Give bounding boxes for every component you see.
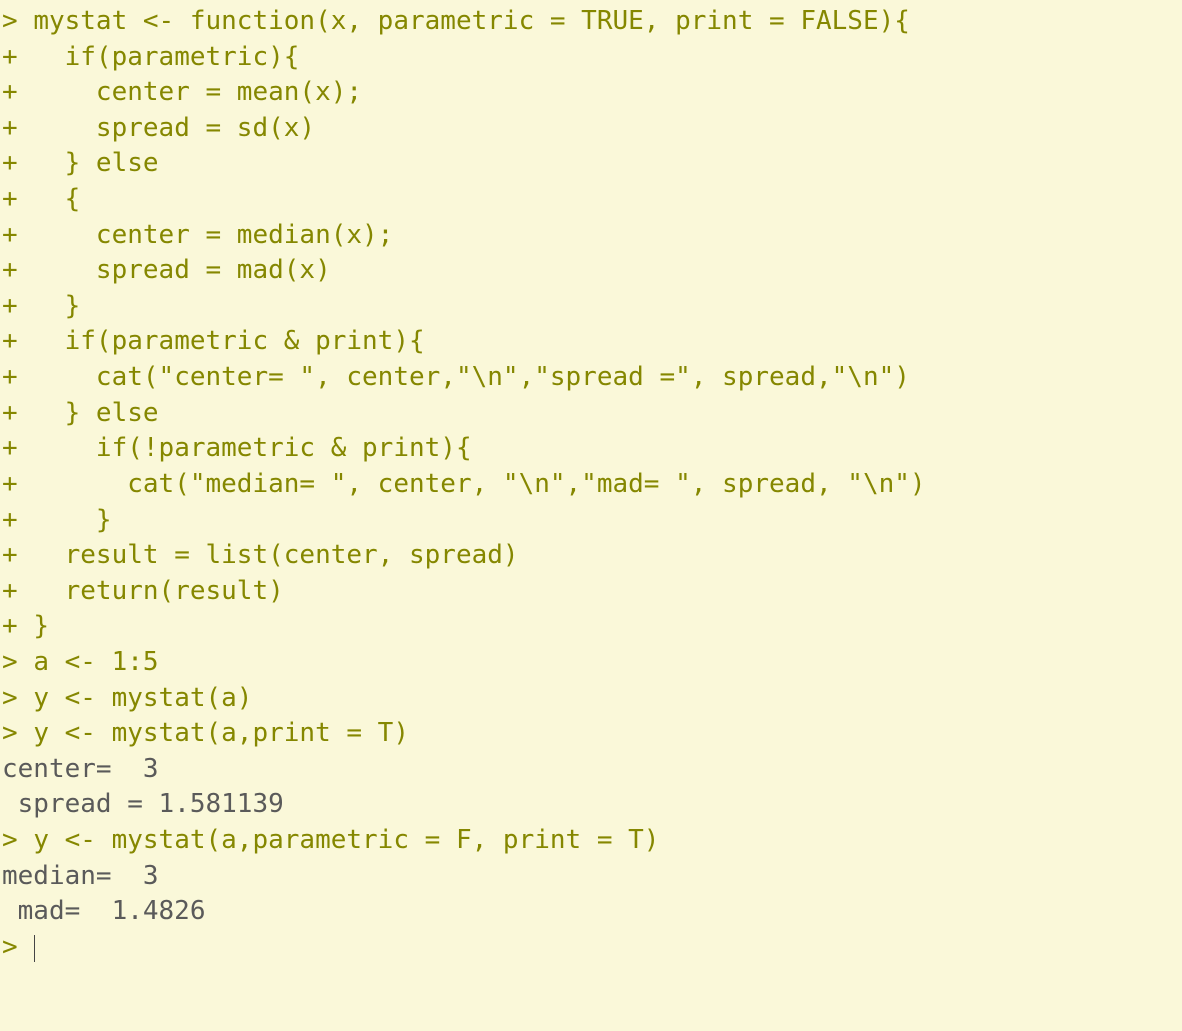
prompt: + — [2, 433, 33, 463]
input-text: y <- mystat(a,print = T) — [33, 718, 409, 748]
input-text: cat("center= ", center,"\n","spread =", … — [33, 362, 910, 392]
console-input-line: > — [2, 930, 1180, 966]
input-text: center = mean(x); — [33, 77, 362, 107]
output-text: median= 3 — [2, 861, 174, 891]
input-text: } — [33, 291, 80, 321]
prompt: + — [2, 576, 33, 606]
console-output-line: median= 3 — [2, 859, 1180, 895]
console-input-line: + if(parametric & print){ — [2, 324, 1180, 360]
console-output-line: mad= 1.4826 — [2, 894, 1180, 930]
console-input-line: > a <- 1:5 — [2, 645, 1180, 681]
console-input-line: > y <- mystat(a,print = T) — [2, 716, 1180, 752]
prompt: + — [2, 77, 33, 107]
console-input-line: + cat("center= ", center,"\n","spread ="… — [2, 360, 1180, 396]
input-text: a <- 1:5 — [33, 647, 158, 677]
console-input-line: + center = mean(x); — [2, 75, 1180, 111]
input-text: cat("median= ", center, "\n","mad= ", sp… — [33, 469, 925, 499]
input-text: spread = mad(x) — [33, 255, 330, 285]
console-input-line: + spread = mad(x) — [2, 253, 1180, 289]
input-text: center = median(x); — [33, 220, 393, 250]
prompt: + — [2, 255, 33, 285]
input-text: if(parametric){ — [33, 42, 299, 72]
console-input-line: + return(result) — [2, 574, 1180, 610]
prompt: + — [2, 184, 33, 214]
prompt: + — [2, 42, 33, 72]
output-text: spread = 1.581139 — [2, 789, 299, 819]
console-output-line: center= 3 — [2, 752, 1180, 788]
input-text: } else — [33, 398, 158, 428]
prompt: > — [2, 932, 33, 962]
input-text: } — [33, 505, 111, 535]
input-text: { — [33, 184, 80, 214]
console-input-line: + result = list(center, spread) — [2, 538, 1180, 574]
input-text: result = list(center, spread) — [33, 540, 518, 570]
input-text: } — [33, 611, 49, 641]
output-text: center= 3 — [2, 754, 174, 784]
console-input-line: + } else — [2, 146, 1180, 182]
prompt: > — [2, 718, 33, 748]
prompt: + — [2, 326, 33, 356]
console-input-line: + } — [2, 503, 1180, 539]
console-input-line: + if(!parametric & print){ — [2, 431, 1180, 467]
console-input-line: + } else — [2, 396, 1180, 432]
console-input-line: + { — [2, 182, 1180, 218]
input-text: spread = sd(x) — [33, 113, 315, 143]
console-input-line: + if(parametric){ — [2, 40, 1180, 76]
input-text: return(result) — [33, 576, 283, 606]
console-input-line: + cat("median= ", center, "\n","mad= ", … — [2, 467, 1180, 503]
prompt: + — [2, 113, 33, 143]
prompt: + — [2, 540, 33, 570]
input-text: } else — [33, 148, 158, 178]
prompt: + — [2, 220, 33, 250]
prompt: + — [2, 505, 33, 535]
console-input-line: > y <- mystat(a) — [2, 681, 1180, 717]
console-input-line: + } — [2, 609, 1180, 645]
prompt: > — [2, 825, 33, 855]
console-input-line: + center = median(x); — [2, 218, 1180, 254]
console-input-line: + } — [2, 289, 1180, 325]
console-input-line: > mystat <- function(x, parametric = TRU… — [2, 4, 1180, 40]
prompt: > — [2, 683, 33, 713]
input-text: if(parametric & print){ — [33, 326, 424, 356]
text-cursor — [34, 935, 35, 962]
output-text: mad= 1.4826 — [2, 896, 221, 926]
prompt: + — [2, 611, 33, 641]
input-text: y <- mystat(a,parametric = F, print = T) — [33, 825, 659, 855]
r-console[interactable]: > mystat <- function(x, parametric = TRU… — [0, 0, 1182, 965]
prompt: + — [2, 362, 33, 392]
input-text: y <- mystat(a) — [33, 683, 252, 713]
prompt: > — [2, 6, 33, 36]
prompt: > — [2, 647, 33, 677]
console-input-line: + spread = sd(x) — [2, 111, 1180, 147]
input-text: if(!parametric & print){ — [33, 433, 471, 463]
input-text: mystat <- function(x, parametric = TRUE,… — [33, 6, 910, 36]
console-output-line: spread = 1.581139 — [2, 787, 1180, 823]
prompt: + — [2, 291, 33, 321]
prompt: + — [2, 469, 33, 499]
prompt: + — [2, 398, 33, 428]
console-input-line: > y <- mystat(a,parametric = F, print = … — [2, 823, 1180, 859]
prompt: + — [2, 148, 33, 178]
